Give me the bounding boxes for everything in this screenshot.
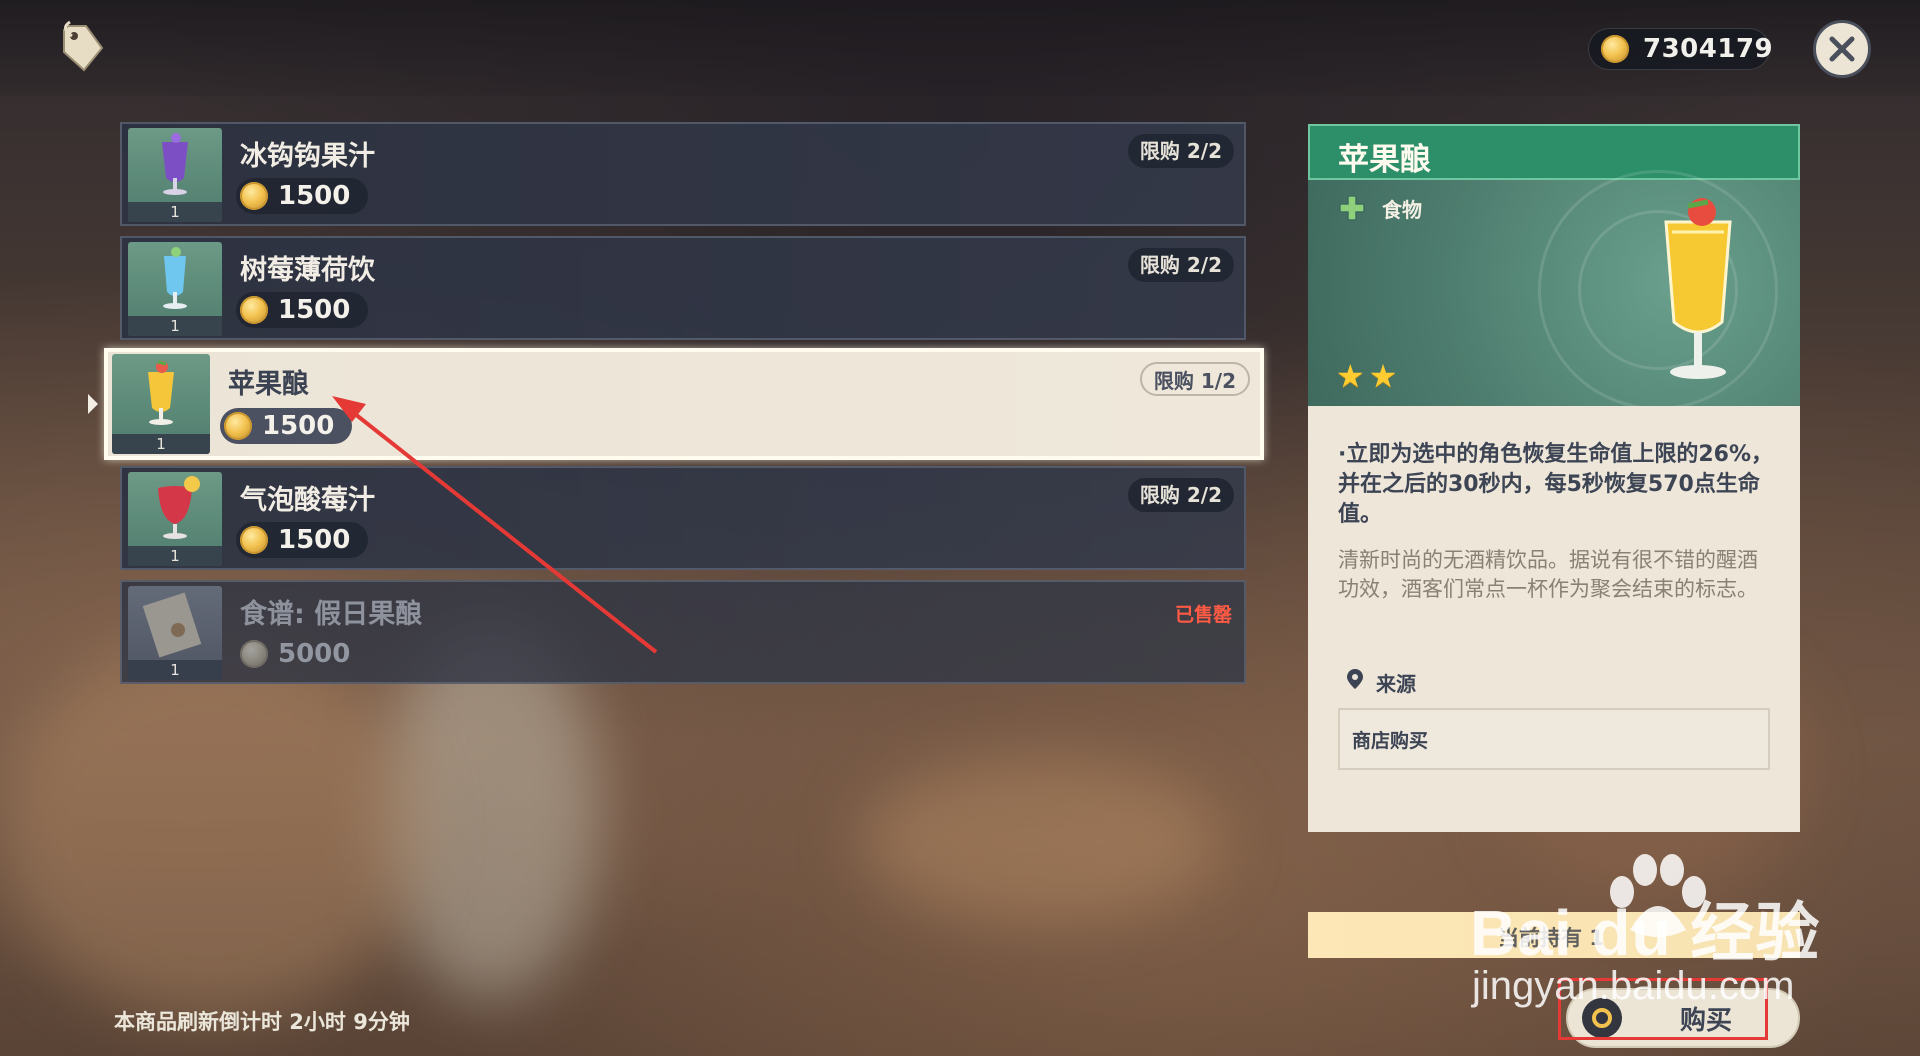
item-quantity: 1 <box>128 660 222 680</box>
purchase-limit-badge: 限购 1/2 <box>1139 362 1250 396</box>
item-price: 1500 <box>236 292 369 328</box>
detail-header: 苹果酿 <box>1308 124 1800 180</box>
item-price: 1500 <box>220 408 353 444</box>
yellow-drink-icon <box>148 360 174 425</box>
mora-coin-icon <box>240 640 268 668</box>
item-price-value: 1500 <box>278 295 351 325</box>
item-price: 1500 <box>236 178 369 214</box>
item-quantity: 1 <box>128 202 222 222</box>
shop-item[interactable]: 1 冰钩钩果汁 1500 限购 2/2 <box>120 122 1246 226</box>
item-quantity: 1 <box>128 546 222 566</box>
purchase-limit-badge: 限购 2/2 <box>1127 478 1234 512</box>
shop-item[interactable]: 1 气泡酸莓汁 1500 限购 2/2 <box>120 466 1246 570</box>
red-drink-icon <box>158 476 200 539</box>
currency-amount: 7304179 <box>1643 34 1774 64</box>
mora-coin-icon <box>1601 35 1629 63</box>
detail-body: ·立即为选中的角色恢复生命值上限的26%，并在之后的30秒内，每5秒恢复570点… <box>1308 406 1800 832</box>
currency-display: 7304179 <box>1588 28 1774 70</box>
item-thumbnail: 1 <box>128 586 222 680</box>
item-quantity: 1 <box>112 434 210 454</box>
item-price-value: 5000 <box>278 639 351 669</box>
shop-item-sold-out[interactable]: 1 食谱: 假日果酿 5000 已售罄 <box>120 580 1246 684</box>
source-box: 商店购买 <box>1338 708 1770 770</box>
close-button[interactable] <box>1813 20 1871 78</box>
star-icon: ★ <box>1368 357 1398 395</box>
item-effect-text: ·立即为选中的角色恢复生命值上限的26%，并在之后的30秒内，每5秒恢复570点… <box>1338 442 1774 527</box>
purple-drink-icon <box>162 133 188 195</box>
shop-item-selected[interactable]: 1 苹果酿 1500 限购 1/2 <box>104 348 1264 460</box>
mora-coin-icon <box>240 182 268 210</box>
close-x-icon <box>1829 36 1855 62</box>
item-price-value: 1500 <box>278 525 351 555</box>
food-cross-icon <box>1339 195 1365 221</box>
mora-coin-icon <box>240 526 268 554</box>
mora-coin-icon <box>224 412 252 440</box>
shop-item[interactable]: 1 树莓薄荷饮 1500 限购 2/2 <box>120 236 1246 340</box>
item-thumbnail: 1 <box>112 354 210 454</box>
mora-coin-icon <box>240 296 268 324</box>
item-quantity: 1 <box>128 316 222 336</box>
sold-out-label: 已售罄 <box>1174 604 1232 626</box>
item-thumbnail: 1 <box>128 128 222 222</box>
item-name: 树莓薄荷饮 <box>240 255 375 286</box>
source-label: 来源 <box>1376 672 1416 696</box>
detail-hero: 食物 ★ ★ <box>1308 170 1800 410</box>
item-thumbnail: 1 <box>128 472 222 566</box>
price-tag-icon <box>63 20 104 72</box>
selection-arrow-icon <box>88 394 98 414</box>
blue-drink-icon <box>163 247 187 309</box>
item-thumbnail: 1 <box>128 242 222 336</box>
item-name: 苹果酿 <box>228 369 309 400</box>
location-pin-icon <box>1347 669 1363 689</box>
rarity-stars: ★ ★ <box>1336 360 1397 392</box>
apple-drink-illustration <box>1664 198 1732 379</box>
item-detail-panel: 苹果酿 食物 ★ ★ ·立即为选中的角色恢复生命值上限的26%，并在之后的30秒… <box>1308 124 1800 832</box>
background-blur <box>0 640 420 1020</box>
purchase-limit-badge: 限购 2/2 <box>1127 248 1234 282</box>
watermark-brand: Bai du 经验 <box>1470 897 1821 969</box>
item-name: 冰钩钩果汁 <box>240 141 375 172</box>
item-flavor-text: 清新时尚的无酒精饮品。据说有很不错的醒酒功效，酒客们常点一杯作为聚会结束的标志。 <box>1338 548 1758 601</box>
item-price-value: 1500 <box>278 181 351 211</box>
purchase-limit-badge: 限购 2/2 <box>1127 134 1234 168</box>
source-value: 商店购买 <box>1352 730 1429 752</box>
item-price: 5000 <box>236 636 368 672</box>
watermark-url: jingyan.baidu.com <box>1472 964 1795 1008</box>
item-category: 食物 <box>1382 198 1422 222</box>
item-name: 气泡酸莓汁 <box>240 485 375 516</box>
item-price: 1500 <box>236 522 369 558</box>
item-name: 食谱: 假日果酿 <box>240 599 423 630</box>
refresh-countdown: 本商品刷新倒计时 2小时 9分钟 <box>114 1010 410 1034</box>
star-icon: ★ <box>1336 357 1365 395</box>
item-price-value: 1500 <box>262 411 335 441</box>
recipe-scroll-icon <box>142 592 202 658</box>
background-blur <box>860 760 1220 920</box>
detail-title: 苹果酿 <box>1338 142 1431 178</box>
